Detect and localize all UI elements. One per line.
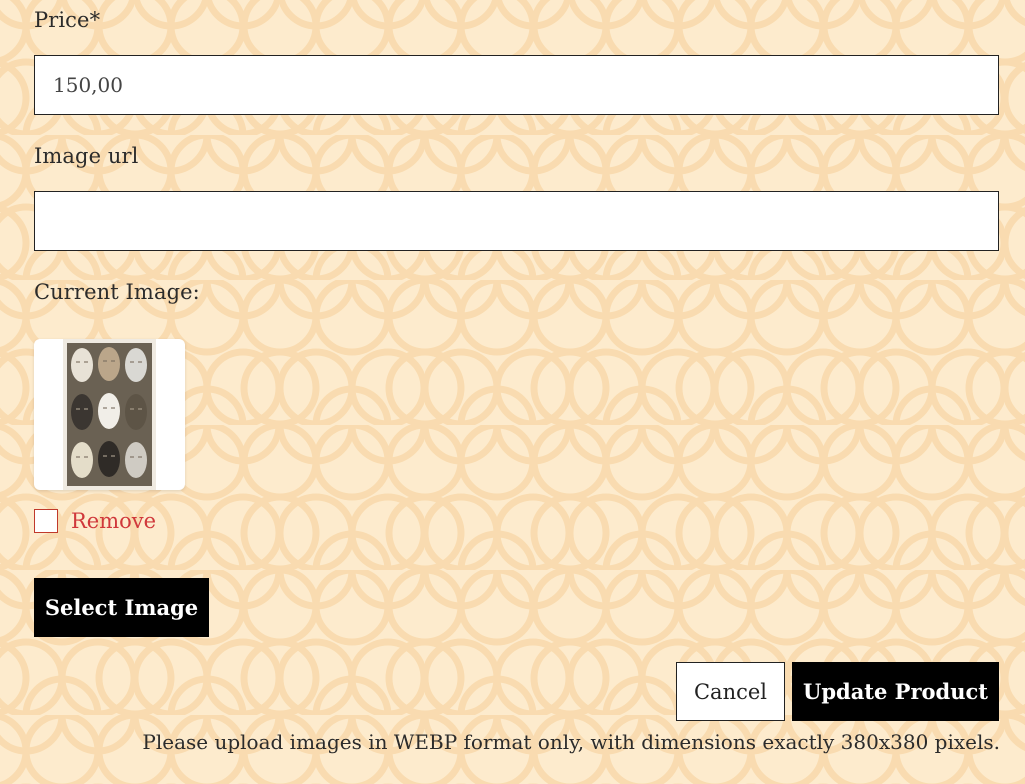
masks-image-icon <box>63 339 156 490</box>
select-image-button[interactable]: Select Image <box>34 578 209 637</box>
image-url-label: Image url <box>34 144 139 168</box>
price-label: Price* <box>34 8 101 32</box>
price-input[interactable] <box>34 55 999 115</box>
remove-image-row: Remove <box>34 506 156 536</box>
remove-label[interactable]: Remove <box>71 509 156 533</box>
product-edit-form: Price* Image url Current Image: <box>0 0 1025 784</box>
remove-checkbox[interactable] <box>34 509 58 533</box>
image-url-input[interactable] <box>34 191 999 251</box>
cancel-button[interactable]: Cancel <box>676 662 785 721</box>
upload-format-note: Please upload images in WEBP format only… <box>142 730 1000 754</box>
current-image-thumbnail <box>34 339 185 490</box>
update-product-button[interactable]: Update Product <box>792 662 999 721</box>
current-image-label: Current Image: <box>34 280 200 304</box>
